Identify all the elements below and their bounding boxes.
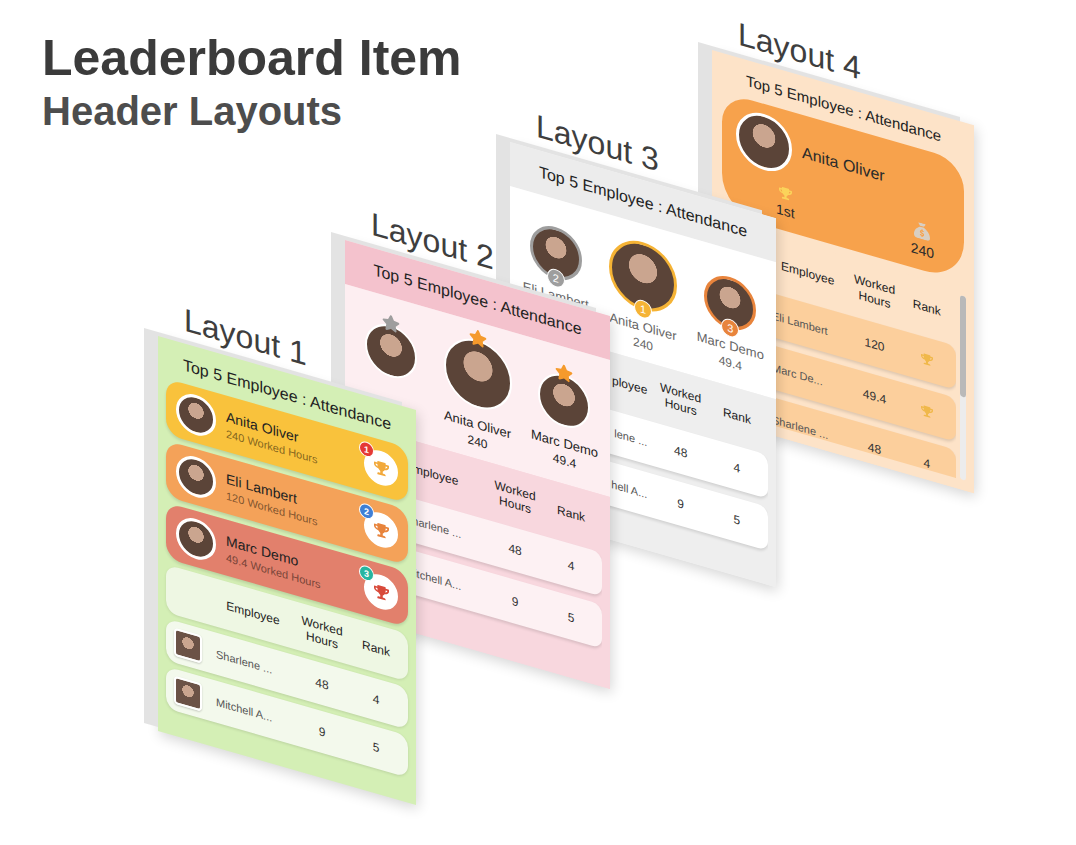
leader-photo (736, 106, 792, 178)
place-text: 1st (776, 200, 795, 221)
rank-cell: 4 (546, 552, 596, 580)
rank-cell: 5 (712, 506, 762, 534)
layout-group: Layout 1Top 5 Employee : AttendanceAnita… (158, 292, 416, 805)
column-header: Employee (214, 595, 292, 632)
rank-badge: 1 (359, 440, 374, 459)
column-header: Worked Hours (292, 610, 352, 656)
worked-hours: 9 (292, 716, 352, 747)
employee-photo (174, 676, 202, 712)
podium-avatar: 2 (530, 220, 582, 287)
leader-photo (176, 513, 216, 564)
podium-value: 240 (633, 334, 653, 354)
rank-badge: 2 (359, 502, 374, 521)
worked-hours: 9 (484, 586, 546, 618)
employee-name: Sharlene ... (214, 647, 292, 681)
column-header: Rank (712, 402, 762, 431)
podium-avatar (365, 318, 417, 385)
worked-hours: 49.4 (845, 381, 903, 412)
showcase-canvas: Leaderboard ItemHeader Layouts Layout 1To… (0, 0, 1076, 845)
money-bag-icon (914, 221, 930, 242)
podium-avatar: 3 (704, 270, 756, 337)
podium-item[interactable] (351, 314, 430, 395)
rank-cell (904, 347, 950, 372)
podium-avatar (538, 367, 590, 434)
employee-name: Sharlene ... (770, 412, 845, 446)
podium-value: 240 (467, 432, 487, 452)
trophy-icon (779, 185, 792, 202)
employee-name: Marc De... (770, 360, 845, 394)
rank-cell: 4 (904, 450, 950, 477)
medal: 3 (364, 570, 398, 614)
podium-item[interactable]: Anita Oliver240 (430, 326, 525, 462)
column-header: Worked Hours (845, 270, 903, 315)
heading-subtitle: Header Layouts (42, 88, 1076, 134)
place-stat: 1st (776, 184, 795, 221)
podium-avatar: 1 (609, 232, 677, 319)
rank-cell: 4 (712, 454, 762, 482)
column-header: Worked Hours (649, 377, 712, 424)
worked-hours: 9 (649, 488, 712, 520)
employee-name: Eli Lambert (770, 308, 845, 342)
trophy-icon (921, 404, 933, 419)
column-header: Rank (352, 634, 400, 662)
leader-list: Anita Oliver240 Worked Hours1Eli Lambert… (158, 376, 416, 790)
leaderboard-card: Top 5 Employee : AttendanceAnita Oliver2… (158, 336, 416, 805)
leader-photo (176, 389, 216, 440)
rank-cell: 5 (546, 604, 596, 632)
column-header: Rank (546, 499, 596, 528)
worked-hours: 48 (649, 436, 712, 468)
value-text: 240 (911, 239, 934, 262)
rank-cell: 4 (352, 686, 400, 714)
leader-name: Anita Oliver (802, 144, 885, 186)
column-header: Worked Hours (484, 474, 546, 521)
podium-item[interactable]: Marc Demo49.4 (525, 364, 604, 480)
page-heading: Leaderboard ItemHeader Layouts (0, 0, 1076, 134)
trophy-icon (374, 582, 389, 601)
trophy-icon (374, 458, 389, 477)
trophy-icon (921, 352, 933, 367)
column-header: Employee (770, 255, 845, 291)
medal: 1 (364, 446, 398, 490)
podium-item[interactable]: 3Marc Demo49.4 (691, 266, 770, 382)
worked-hours: 120 (845, 329, 903, 360)
medal: 2 (364, 508, 398, 552)
employee-photo (174, 628, 202, 664)
rank-cell (904, 399, 950, 424)
podium-value: 49.4 (719, 353, 742, 374)
column-header: Rank (904, 293, 950, 321)
heading-title: Leaderboard Item (42, 30, 1076, 86)
podium-avatar (444, 330, 512, 417)
rank-badge: 3 (359, 564, 374, 583)
worked-hours: 48 (845, 433, 903, 464)
podium-value: 49.4 (553, 451, 576, 472)
worked-hours: 48 (292, 668, 352, 699)
employee-name: Mitchell A... (214, 695, 292, 729)
leader-photo (176, 451, 216, 502)
worked-hours: 48 (484, 534, 546, 566)
scroll-thumb[interactable] (960, 295, 966, 398)
value-stat: 240 (911, 220, 934, 262)
avatar-column (174, 590, 202, 599)
scrollbar[interactable] (960, 295, 966, 481)
trophy-icon (374, 520, 389, 539)
rank-cell: 5 (352, 734, 400, 762)
